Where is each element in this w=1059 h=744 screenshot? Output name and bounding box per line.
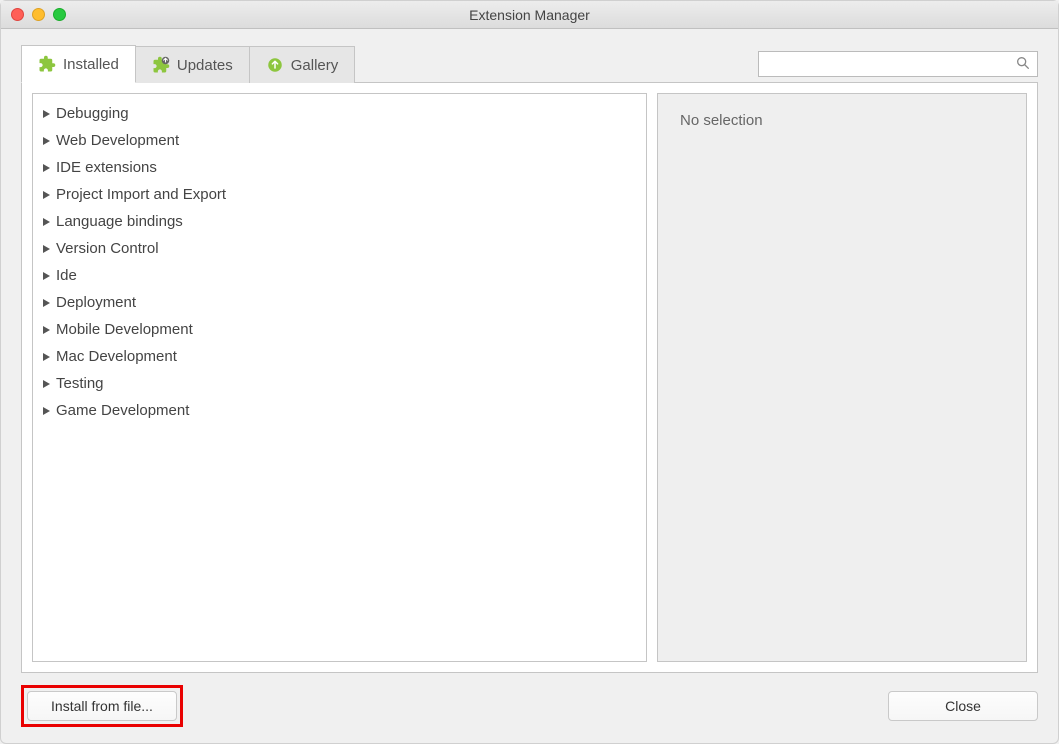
close-window-button[interactable] [11, 8, 24, 21]
tree-item[interactable]: Language bindings [43, 208, 636, 235]
tree-item-label: IDE extensions [56, 159, 157, 176]
disclosure-triangle-icon[interactable] [43, 380, 50, 388]
content-panel: Debugging Web Development IDE extensions… [21, 82, 1038, 673]
tree-item[interactable]: Mobile Development [43, 316, 636, 343]
tree-item[interactable]: Project Import and Export [43, 181, 636, 208]
tree-item[interactable]: IDE extensions [43, 154, 636, 181]
tree-item-label: Ide [56, 267, 77, 284]
disclosure-triangle-icon[interactable] [43, 299, 50, 307]
tree-item-label: Version Control [56, 240, 159, 257]
tree-item-label: Deployment [56, 294, 136, 311]
tree-item-label: Debugging [56, 105, 129, 122]
detail-empty-text: No selection [680, 112, 1004, 129]
disclosure-triangle-icon[interactable] [43, 191, 50, 199]
tree-item[interactable]: Debugging [43, 100, 636, 127]
disclosure-triangle-icon[interactable] [43, 407, 50, 415]
upload-circle-icon [266, 56, 284, 74]
tree-item[interactable]: Version Control [43, 235, 636, 262]
search-field[interactable] [758, 51, 1038, 77]
tree-item-label: Mobile Development [56, 321, 193, 338]
category-tree[interactable]: Debugging Web Development IDE extensions… [32, 93, 647, 662]
minimize-window-button[interactable] [32, 8, 45, 21]
tree-item-label: Web Development [56, 132, 179, 149]
install-from-file-button[interactable]: Install from file... [27, 691, 177, 721]
tab-gallery-label: Gallery [291, 57, 339, 74]
maximize-window-button[interactable] [53, 8, 66, 21]
puzzle-icon [38, 55, 56, 73]
tree-item[interactable]: Game Development [43, 397, 636, 424]
tab-installed[interactable]: Installed [21, 45, 136, 83]
window-controls [11, 8, 66, 21]
close-button[interactable]: Close [888, 691, 1038, 721]
tree-item[interactable]: Deployment [43, 289, 636, 316]
tab-gallery[interactable]: Gallery [249, 46, 356, 83]
window-titlebar: Extension Manager [1, 1, 1058, 29]
tree-item-label: Project Import and Export [56, 186, 226, 203]
bottom-bar: Install from file... Close [21, 673, 1038, 727]
tree-item[interactable]: Ide [43, 262, 636, 289]
detail-panel: No selection [657, 93, 1027, 662]
tab-installed-label: Installed [63, 56, 119, 73]
disclosure-triangle-icon[interactable] [43, 326, 50, 334]
puzzle-update-icon [152, 56, 170, 74]
tab-bar: Installed Updates [21, 45, 354, 83]
disclosure-triangle-icon[interactable] [43, 164, 50, 172]
tree-item[interactable]: Mac Development [43, 343, 636, 370]
disclosure-triangle-icon[interactable] [43, 353, 50, 361]
tree-item-label: Game Development [56, 402, 189, 419]
tab-updates[interactable]: Updates [135, 46, 250, 83]
disclosure-triangle-icon[interactable] [43, 110, 50, 118]
disclosure-triangle-icon[interactable] [43, 218, 50, 226]
disclosure-triangle-icon[interactable] [43, 245, 50, 253]
tree-item[interactable]: Web Development [43, 127, 636, 154]
window-title: Extension Manager [469, 7, 590, 23]
tree-item-label: Mac Development [56, 348, 177, 365]
disclosure-triangle-icon[interactable] [43, 272, 50, 280]
tab-updates-label: Updates [177, 57, 233, 74]
search-input[interactable] [767, 57, 1009, 72]
tree-item[interactable]: Testing [43, 370, 636, 397]
tree-item-label: Language bindings [56, 213, 183, 230]
search-icon[interactable] [1015, 55, 1031, 74]
tree-item-label: Testing [56, 375, 104, 392]
disclosure-triangle-icon[interactable] [43, 137, 50, 145]
highlight-annotation: Install from file... [21, 685, 183, 727]
